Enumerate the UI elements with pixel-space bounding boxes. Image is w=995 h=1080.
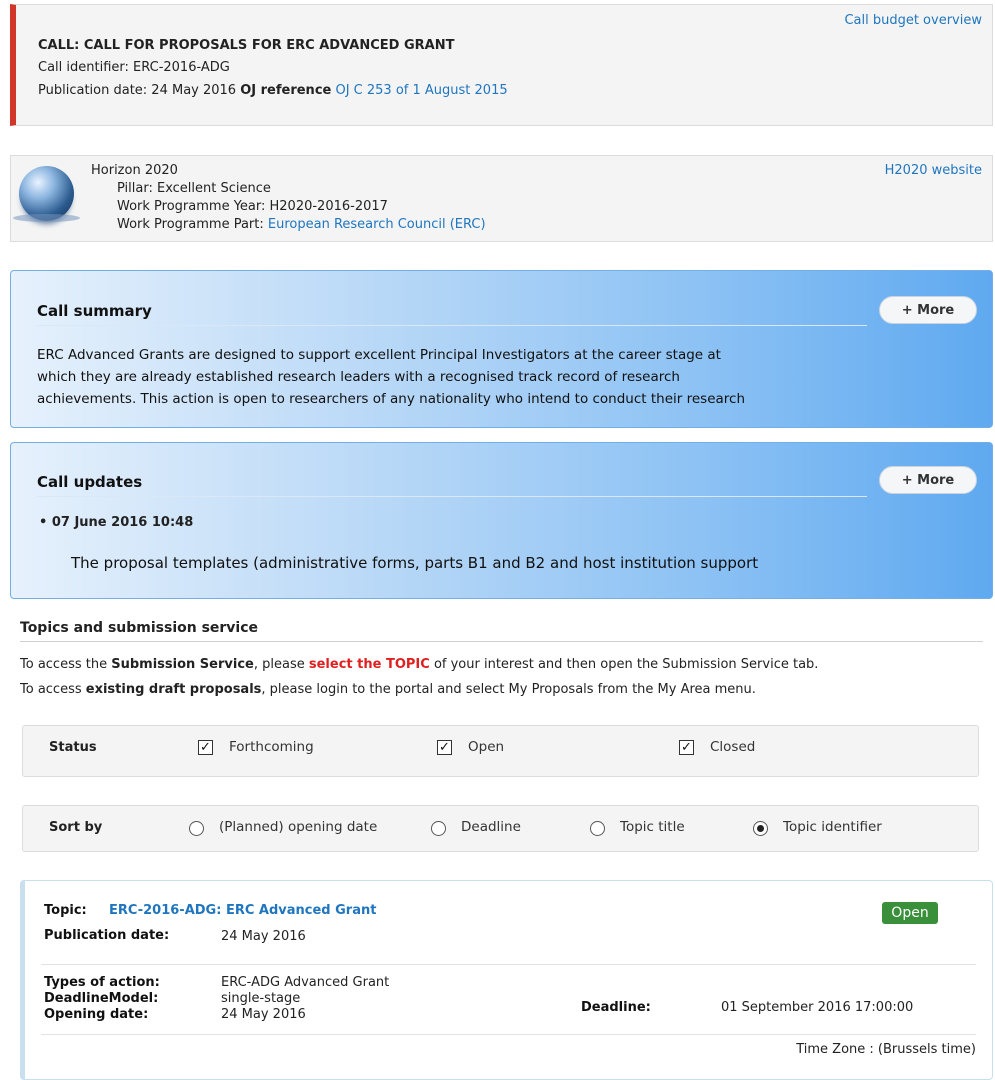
sort-deadline-label: Deadline <box>461 819 521 835</box>
oj-reference-label: OJ reference <box>240 83 332 98</box>
call-header: Call budget overview CALL: CALL FOR PROP… <box>10 4 993 126</box>
info-bold: Submission Service <box>111 657 254 672</box>
bullet: • <box>39 515 52 530</box>
checkbox-closed[interactable]: ✓ <box>679 740 694 755</box>
update-text: The proposal templates (administrative f… <box>71 554 759 572</box>
topic-card: Topic: ERC-2016-ADG: ERC Advanced Grant … <box>20 880 993 1080</box>
call-identifier: Call identifier: ERC-2016-ADG <box>38 60 230 75</box>
info-text: To access <box>20 682 82 697</box>
work-programme-part: Work Programme Part: European Research C… <box>117 217 486 232</box>
radio-deadline[interactable] <box>431 821 446 836</box>
time-zone: Time Zone : (Brussels time) <box>796 1042 976 1057</box>
globe-icon <box>13 166 80 222</box>
programme-info: Horizon 2020 Pillar: Excellent Science W… <box>10 155 993 242</box>
call-title: CALL: CALL FOR PROPOSALS FOR ERC ADVANCE… <box>38 38 455 53</box>
checkbox-forthcoming[interactable]: ✓ <box>198 740 213 755</box>
radio-topic-identifier[interactable] <box>753 821 768 836</box>
divider <box>37 496 867 497</box>
info-text: , please login to the portal and select … <box>261 682 756 697</box>
info-text: of your interest and then open the Submi… <box>433 657 819 672</box>
sort-opening-date-label: (Planned) opening date <box>219 819 378 835</box>
option-closed-label: Closed <box>710 739 756 755</box>
info-bold: existing draft proposals <box>85 682 262 697</box>
checkbox-open[interactable]: ✓ <box>437 740 452 755</box>
sort-filter-label: Sort by <box>49 820 103 835</box>
erc-link[interactable]: European Research Council (ERC) <box>268 217 486 232</box>
sort-topic-identifier-label: Topic identifier <box>783 819 882 835</box>
call-budget-overview-link[interactable]: Call budget overview <box>844 13 982 28</box>
topic-label: Topic: <box>44 903 87 918</box>
call-summary-panel: Call summary + More ERC Advanced Grants … <box>10 270 993 428</box>
status-filter-label: Status <box>49 740 97 755</box>
call-summary-line: ERC Advanced Grants are designed to supp… <box>37 347 721 363</box>
deadline-model-value: single-stage <box>221 991 301 1006</box>
call-summary-line: achievements. This action is open to res… <box>37 391 746 407</box>
work-programme-part-label: Work Programme Part: <box>117 217 264 232</box>
sort-topic-title-label: Topic title <box>620 819 685 835</box>
submission-info-line: To access the Submission Service, please… <box>20 657 818 672</box>
call-updates-panel: Call updates + More • 07 June 2016 10:48… <box>10 442 993 599</box>
divider <box>41 964 976 965</box>
info-highlight: select the TOPIC <box>308 657 430 672</box>
option-open-label: Open <box>468 739 505 755</box>
call-summary-text: ERC Advanced Grants are designed to supp… <box>37 344 832 410</box>
types-of-action-value: ERC-ADG Advanced Grant <box>221 975 390 990</box>
opening-date-value: 24 May 2016 <box>221 1007 306 1022</box>
draft-proposals-info-line: To access existing draft proposals, plea… <box>20 682 756 697</box>
topics-section-title: Topics and submission service <box>20 620 259 636</box>
status-filter: Status ✓ Forthcoming ✓ Open ✓ Closed <box>22 725 979 777</box>
programme-name: Horizon 2020 <box>91 163 178 178</box>
call-summary-line: which they are already established resea… <box>37 369 680 385</box>
call-publication-line: Publication date: 24 May 2016 OJ referen… <box>38 83 508 98</box>
opening-date-label: Opening date: <box>44 1007 149 1022</box>
option-forthcoming-label: Forthcoming <box>229 739 314 755</box>
deadline-label: Deadline: <box>581 1000 651 1015</box>
divider <box>20 641 983 642</box>
divider <box>37 325 867 326</box>
update-date: 07 June 2016 10:48 <box>51 515 194 530</box>
call-updates-more-button[interactable]: + More <box>879 466 977 494</box>
info-text: To access the <box>20 657 108 672</box>
work-programme-year: Work Programme Year: H2020-2016-2017 <box>117 199 388 214</box>
oj-reference-link[interactable]: OJ C 253 of 1 August 2015 <box>335 83 507 98</box>
programme-pillar: Pillar: Excellent Science <box>117 181 271 196</box>
radio-opening-date[interactable] <box>189 821 204 836</box>
info-text: , please <box>253 657 305 672</box>
deadline-model-label: DeadlineModel: <box>44 991 159 1006</box>
status-badge: Open <box>882 902 938 924</box>
call-updates-title: Call updates <box>37 473 143 491</box>
radio-topic-title[interactable] <box>590 821 605 836</box>
topic-link[interactable]: ERC-2016-ADG: ERC Advanced Grant <box>109 903 376 918</box>
publication-date: Publication date: 24 May 2016 <box>38 83 237 98</box>
deadline-value: 01 September 2016 17:00:00 <box>721 1000 914 1015</box>
update-item: • 07 June 2016 10:48 <box>39 515 193 530</box>
call-summary-more-button[interactable]: + More <box>879 296 977 324</box>
publication-date-value: 24 May 2016 <box>221 929 306 944</box>
publication-date-label: Publication date: <box>44 928 170 943</box>
h2020-website-link[interactable]: H2020 website <box>885 163 982 178</box>
sort-filter: Sort by (Planned) opening date Deadline … <box>22 805 979 852</box>
types-of-action-label: Types of action: <box>44 975 160 990</box>
call-summary-title: Call summary <box>37 302 152 320</box>
divider <box>41 1034 976 1035</box>
